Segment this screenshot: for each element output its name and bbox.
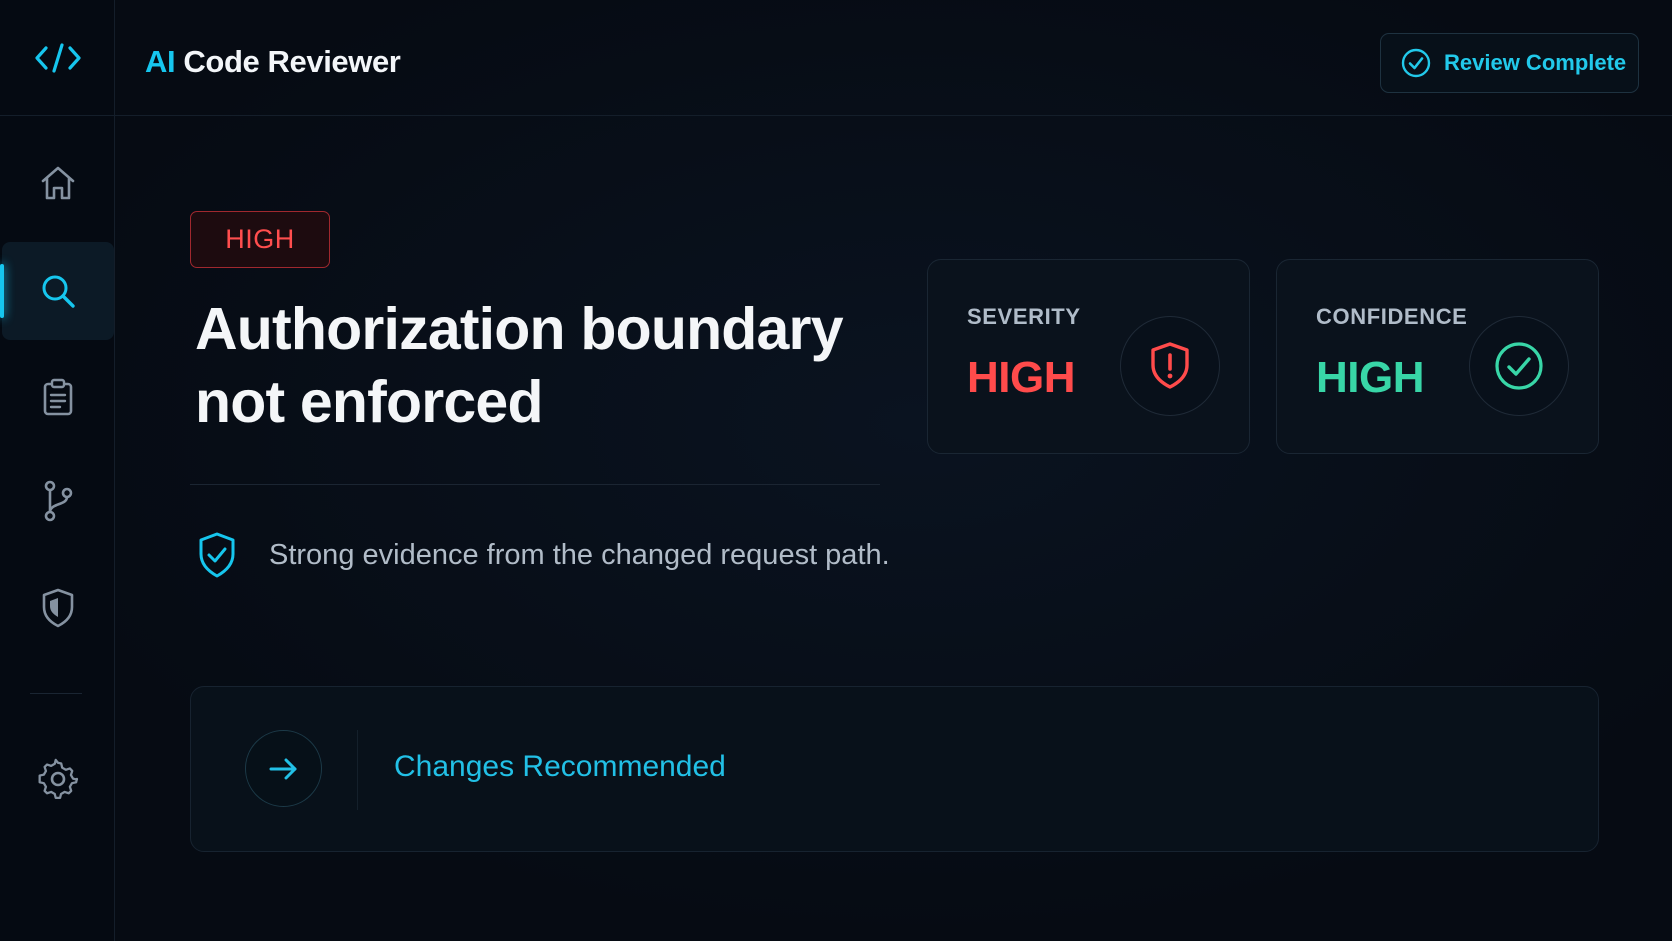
app-title: AI Code Reviewer bbox=[145, 44, 401, 80]
review-status-badge[interactable]: Review Complete bbox=[1380, 33, 1639, 93]
title-divider bbox=[190, 484, 880, 485]
sidebar-item-branch[interactable] bbox=[0, 452, 115, 550]
code-brackets-icon bbox=[34, 42, 81, 73]
check-circle-icon bbox=[1401, 48, 1431, 78]
top-header: AI Code Reviewer Review Complete bbox=[115, 0, 1672, 116]
shield-alert-icon bbox=[1151, 342, 1189, 389]
sidebar-item-security[interactable] bbox=[0, 559, 115, 657]
confidence-label: CONFIDENCE bbox=[1316, 304, 1468, 329]
home-icon bbox=[41, 166, 74, 200]
confidence-card: CONFIDENCE HIGH bbox=[1276, 259, 1599, 454]
finding-title: Authorization boundary not enforced bbox=[195, 296, 844, 435]
sidebar bbox=[0, 0, 115, 941]
confidence-icon-circle bbox=[1469, 316, 1569, 416]
app-window: AI Code Reviewer Review Complete HIGH Au… bbox=[0, 0, 1672, 941]
search-icon bbox=[42, 275, 75, 308]
git-branch-icon bbox=[44, 480, 72, 522]
sidebar-item-home[interactable] bbox=[0, 134, 115, 232]
shield-check-icon bbox=[199, 532, 235, 578]
changes-recommended-label: Changes Recommended bbox=[394, 750, 726, 783]
gear-icon bbox=[38, 758, 78, 800]
changes-recommended-card[interactable]: Changes Recommended bbox=[190, 686, 1599, 852]
action-divider bbox=[357, 730, 358, 810]
confidence-value: HIGH bbox=[1316, 353, 1425, 402]
review-status-label: Review Complete bbox=[1444, 50, 1627, 75]
check-circle-icon bbox=[1495, 342, 1543, 390]
sidebar-divider bbox=[30, 693, 82, 694]
app-title-text: Code Reviewer bbox=[175, 44, 401, 79]
severity-badge: HIGH bbox=[190, 211, 330, 268]
action-icon-circle[interactable] bbox=[245, 730, 322, 807]
brand-logo[interactable] bbox=[0, 0, 115, 116]
app-title-accent: AI bbox=[145, 44, 176, 79]
evidence-text: Strong evidence from the changed request… bbox=[269, 538, 890, 571]
clipboard-icon bbox=[43, 378, 72, 416]
severity-card: SEVERITY HIGH bbox=[927, 259, 1250, 454]
arrow-right-icon bbox=[269, 758, 296, 779]
sidebar-item-search[interactable] bbox=[0, 242, 114, 340]
shield-icon bbox=[42, 588, 73, 628]
sidebar-item-settings[interactable] bbox=[0, 730, 115, 828]
severity-value: HIGH bbox=[967, 353, 1076, 402]
severity-label: SEVERITY bbox=[967, 304, 1081, 329]
evidence-row: Strong evidence from the changed request… bbox=[195, 530, 890, 580]
severity-icon-circle bbox=[1120, 316, 1220, 416]
sidebar-item-clipboard[interactable] bbox=[0, 348, 115, 446]
